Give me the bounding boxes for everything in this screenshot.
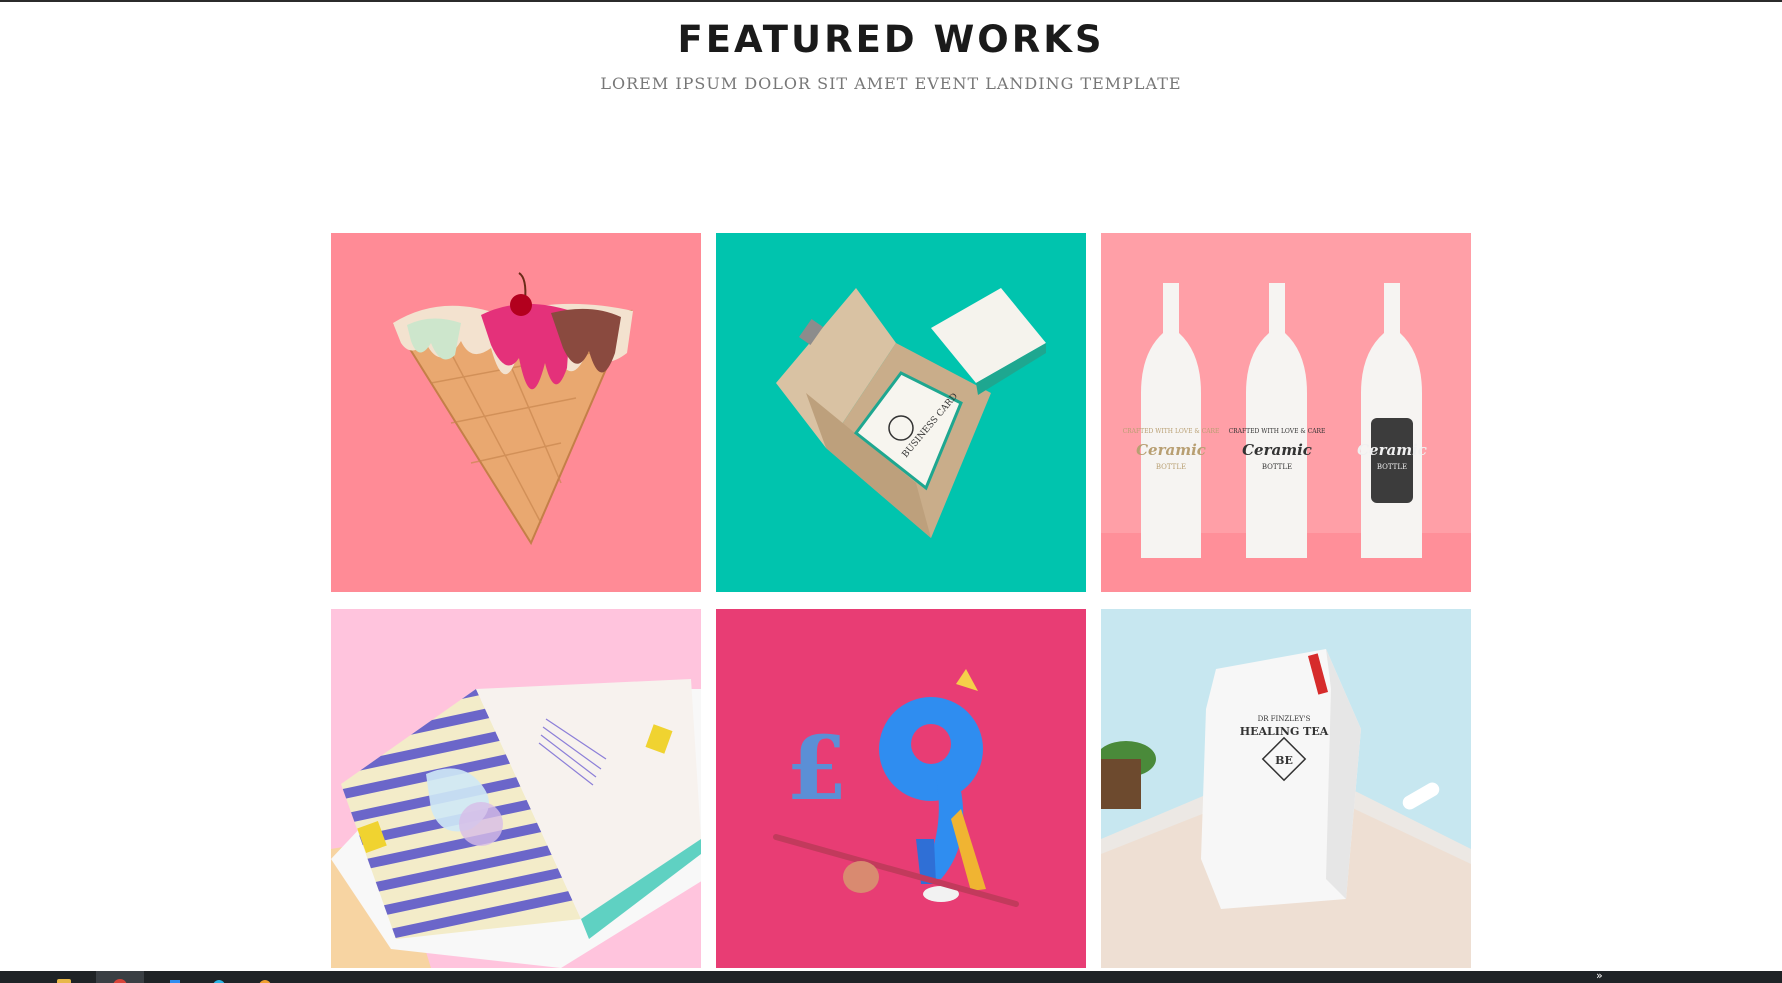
app-icon[interactable] bbox=[250, 971, 280, 983]
app-icon[interactable] bbox=[160, 971, 190, 983]
folder-icon[interactable] bbox=[48, 971, 78, 983]
tea-monogram: BE bbox=[1275, 754, 1293, 767]
bottle-1-small: CRAFTED WITH LOVE & CARE bbox=[1123, 428, 1220, 435]
healing-tea-image: DR FINZLEY'S HEALING TEA BE bbox=[1101, 609, 1471, 968]
taskbar-overflow-button[interactable]: » bbox=[1596, 970, 1616, 983]
striped-book-image bbox=[331, 609, 701, 968]
tea-brand-small: DR FINZLEY'S bbox=[1258, 715, 1311, 723]
work-tile-healing-tea[interactable]: DR FINZLEY'S HEALING TEA BE bbox=[1101, 609, 1471, 968]
work-tile-striped-book[interactable] bbox=[331, 609, 701, 968]
chrome-icon[interactable] bbox=[96, 971, 144, 983]
bottle-2-sub: BOTTLE bbox=[1262, 463, 1292, 471]
tea-brand-main: HEALING TEA bbox=[1240, 725, 1329, 738]
bottle-1-sub: BOTTLE bbox=[1156, 463, 1186, 471]
bottle-2-small: CRAFTED WITH LOVE & CARE bbox=[1229, 428, 1326, 435]
app-icon[interactable] bbox=[204, 971, 234, 983]
business-card-image: BUSINESS CARD bbox=[716, 233, 1086, 592]
top-divider bbox=[0, 0, 1782, 2]
bottle-1-main: Ceramic bbox=[1136, 441, 1206, 459]
bottle-2-main: Ceramic bbox=[1242, 441, 1312, 459]
works-grid: BUSINESS CARD CRAFTED WITH LOVE & CARE C… bbox=[331, 233, 1471, 968]
bottle-3-main: Ceramic bbox=[1357, 441, 1427, 459]
pound-nine-image: £ bbox=[716, 609, 1086, 968]
work-tile-business-card[interactable]: BUSINESS CARD bbox=[716, 233, 1086, 592]
work-tile-pound-nine[interactable]: £ bbox=[716, 609, 1086, 968]
ceramic-bottles-image: CRAFTED WITH LOVE & CARE Ceramic BOTTLE … bbox=[1101, 233, 1471, 592]
section-subtitle: LOREM IPSUM DOLOR SIT AMET EVENT LANDING… bbox=[600, 74, 1182, 93]
svg-text:£: £ bbox=[786, 716, 847, 820]
os-taskbar: » bbox=[0, 970, 1782, 983]
section-title: FEATURED WORKS bbox=[677, 18, 1105, 61]
ice-cream-image bbox=[331, 233, 701, 592]
work-tile-ice-cream[interactable] bbox=[331, 233, 701, 592]
work-tile-ceramic-bottles[interactable]: CRAFTED WITH LOVE & CARE Ceramic BOTTLE … bbox=[1101, 233, 1471, 592]
bottle-3-sub: BOTTLE bbox=[1377, 463, 1407, 471]
